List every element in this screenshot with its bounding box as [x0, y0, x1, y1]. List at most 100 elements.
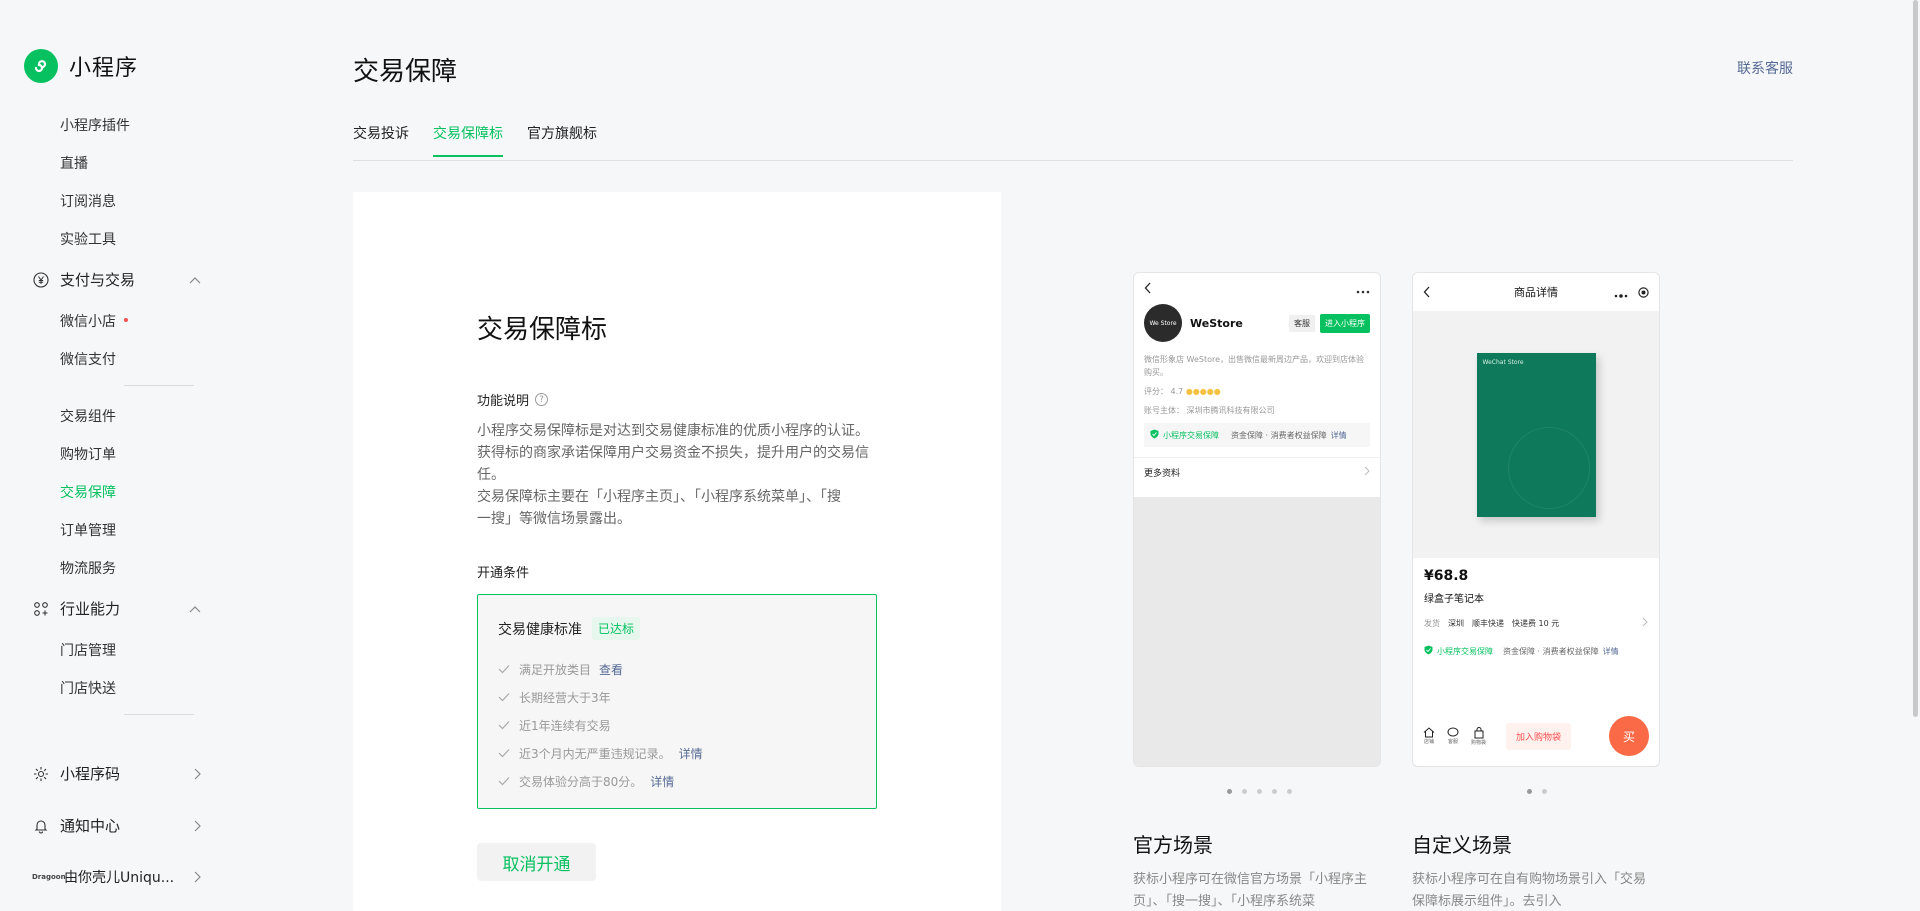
carousel-dot[interactable] [1527, 789, 1532, 794]
sidebar-item-notify[interactable]: 通知中心 [32, 815, 202, 836]
rating-stars: ●●●●● [1185, 387, 1221, 396]
back-icon [1144, 279, 1152, 298]
preview-panel: We Store WeStore 客服 进入小程序 微信形象店 WeStore，… [1002, 192, 1793, 911]
sidebar-item-logistics[interactable]: 物流服务 [60, 558, 116, 578]
buy-button: 买 [1609, 716, 1649, 756]
bell-icon [32, 817, 50, 835]
shop-entity: 账号主体： 深圳市腾讯科技有限公司 [1144, 406, 1275, 415]
shield-check-icon [1424, 645, 1433, 657]
sidebar-item-lab[interactable]: 实验工具 [60, 229, 116, 249]
carousel-dot[interactable] [1257, 789, 1262, 794]
guarantee-bar: 小程序交易保障 资金保障 · 消费者权益保障 详情 [1413, 645, 1659, 657]
condition-row: 交易体验分高于80分。 详情 [498, 767, 703, 795]
section-title: 交易保障标 [477, 315, 608, 345]
sidebar-divider [124, 714, 194, 715]
sidebar-item-qrcode-label: 小程序码 [60, 765, 121, 783]
carousel-dot[interactable] [1227, 789, 1232, 794]
page-title: 交易保障 [353, 57, 458, 87]
product-page-title: 商品详情 [1514, 286, 1558, 299]
sidebar: 小程序 小程序插件 直播 订阅消息 实验工具 支付与交易 微信小店 微信支付 交… [0, 0, 215, 911]
sidebar-item-trade-guarantee[interactable]: 交易保障 [60, 482, 116, 502]
sidebar-item-wechat-pay[interactable]: 微信支付 [60, 349, 116, 369]
page-scrollbar[interactable] [1913, 0, 1918, 717]
notebook-image: WeChat Store [1476, 352, 1596, 517]
preview-topbar: 商品详情 [1413, 273, 1659, 311]
tab-complaints[interactable]: 交易投诉 [353, 123, 409, 157]
more-icon [1356, 279, 1370, 298]
custom-scene-preview: 商品详情 WeChat Store ¥68.8 绿盒子笔记本 发货 深圳 顺丰快… [1412, 272, 1660, 767]
official-scene-title: 官方场景 [1133, 833, 1213, 857]
carousel-dots-official[interactable] [1227, 789, 1302, 794]
shop-name: WeStore [1190, 316, 1243, 330]
check-icon [498, 664, 512, 674]
carousel-dot[interactable] [1272, 789, 1277, 794]
guarantee-card: 交易保障标 功能说明 ? 小程序交易保障标是对达到交易健康标准的优质小程序的认证… [353, 192, 1001, 911]
product-action-bar: 店铺 客服 购物袋 加入购物袋 买 [1413, 706, 1659, 766]
sidebar-item-qrcode[interactable]: 小程序码 [32, 763, 202, 784]
account-name: 由你壳儿Uniqu... [64, 870, 175, 886]
sidebar-group-industry[interactable]: 行业能力 [32, 598, 202, 619]
details-link[interactable]: 详情 [650, 773, 674, 790]
store-tab: 店铺 [1423, 727, 1435, 745]
product-price: ¥68.8 [1424, 568, 1469, 584]
sidebar-group-pay-label: 支付与交易 [60, 271, 136, 289]
conditions-label: 开通条件 [477, 566, 530, 581]
cancel-activation-button[interactable]: 取消开通 [477, 843, 596, 881]
custom-scene-desc: 获标小程序可在自有购物场景引入「交易保障标展示组件」。去引入 [1412, 872, 1647, 909]
tab-trade-guarantee-mark[interactable]: 交易保障标 [433, 123, 503, 157]
tab-bar: 交易投诉 交易保障标 官方旗舰标 [353, 123, 621, 157]
preview-empty-area [1134, 497, 1380, 766]
condition-row: 满足开放类目 查看 [498, 655, 703, 683]
help-icon[interactable]: ? [535, 393, 549, 406]
shop-logo: We Store [1144, 304, 1182, 342]
sidebar-item-orders[interactable]: 购物订单 [60, 444, 116, 464]
service-tab: 客服 [1447, 727, 1459, 745]
sidebar-item-trade-component[interactable]: 交易组件 [60, 406, 116, 426]
sidebar-group-industry-label: 行业能力 [60, 600, 121, 618]
chevron-right-icon [1642, 617, 1648, 629]
contact-support-link[interactable]: 联系客服 [1737, 58, 1793, 78]
brand[interactable]: 小程序 [24, 49, 138, 83]
official-scene-desc: 获标小程序可在微信官方场景「小程序主页」、「搜一搜」、「小程序系统菜 [1133, 872, 1368, 909]
product-name: 绿盒子笔记本 [1424, 594, 1484, 605]
carousel-dot[interactable] [1287, 789, 1292, 794]
guarantee-bar: 小程序交易保障 资金保障 · 消费者权益保障 详情 [1144, 423, 1370, 447]
conditions-list: 满足开放类目 查看 长期经营大于3年 近1年连续有交易 近3个月内无严重违规记录… [498, 655, 703, 795]
condition-row: 近3个月内无严重违规记录。 详情 [498, 739, 703, 767]
carousel-dot[interactable] [1242, 789, 1247, 794]
product-image: WeChat Store [1413, 311, 1659, 558]
chevron-right-icon [192, 819, 202, 833]
industry-icon [32, 600, 50, 618]
carousel-dot[interactable] [1542, 789, 1547, 794]
chevron-right-icon [192, 870, 202, 884]
qrcode-sun-icon [32, 765, 50, 783]
custom-scene-title: 自定义场景 [1412, 833, 1512, 857]
details-link[interactable]: 详情 [679, 745, 703, 762]
sidebar-item-wechat-shop[interactable]: 微信小店 [60, 311, 128, 331]
more-info-row: 更多资料 [1134, 457, 1380, 487]
view-link[interactable]: 查看 [599, 661, 623, 678]
chevron-up-icon[interactable] [188, 604, 202, 614]
sidebar-item-plugins[interactable]: 小程序插件 [60, 115, 130, 135]
sidebar-item-store-delivery[interactable]: 门店快送 [60, 678, 116, 698]
sidebar-item-order-manage[interactable]: 订单管理 [60, 520, 116, 540]
condition-row: 近1年连续有交易 [498, 711, 703, 739]
sidebar-item-live[interactable]: 直播 [60, 153, 88, 173]
shop-header: We Store WeStore 客服 进入小程序 [1134, 303, 1380, 343]
account-logo: Dragoon [32, 873, 66, 881]
sidebar-item-account[interactable]: Dragoon 由你壳儿Uniqu... [32, 867, 202, 887]
conditions-header: 交易健康标准 已达标 [498, 617, 641, 640]
chevron-up-icon[interactable] [188, 275, 202, 285]
chat-icon [1447, 727, 1459, 737]
sidebar-group-pay[interactable]: 支付与交易 [32, 269, 202, 290]
official-scene-preview: We Store WeStore 客服 进入小程序 微信形象店 WeStore，… [1133, 272, 1381, 767]
function-label: 功能说明 ? [477, 390, 549, 409]
shop-rating: 评分： 4.7 ●●●●● [1144, 387, 1221, 396]
carousel-dots-custom[interactable] [1527, 789, 1557, 794]
sidebar-item-subscribe[interactable]: 订阅消息 [60, 191, 116, 211]
chevron-right-icon [192, 767, 202, 781]
tab-official-flagship[interactable]: 官方旗舰标 [527, 123, 597, 157]
function-description: 小程序交易保障标是对达到交易健康标准的优质小程序的认证。 获得标的商家承诺保障用… [477, 423, 869, 527]
sidebar-item-store-manage[interactable]: 门店管理 [60, 640, 116, 660]
home-icon [1423, 727, 1435, 738]
